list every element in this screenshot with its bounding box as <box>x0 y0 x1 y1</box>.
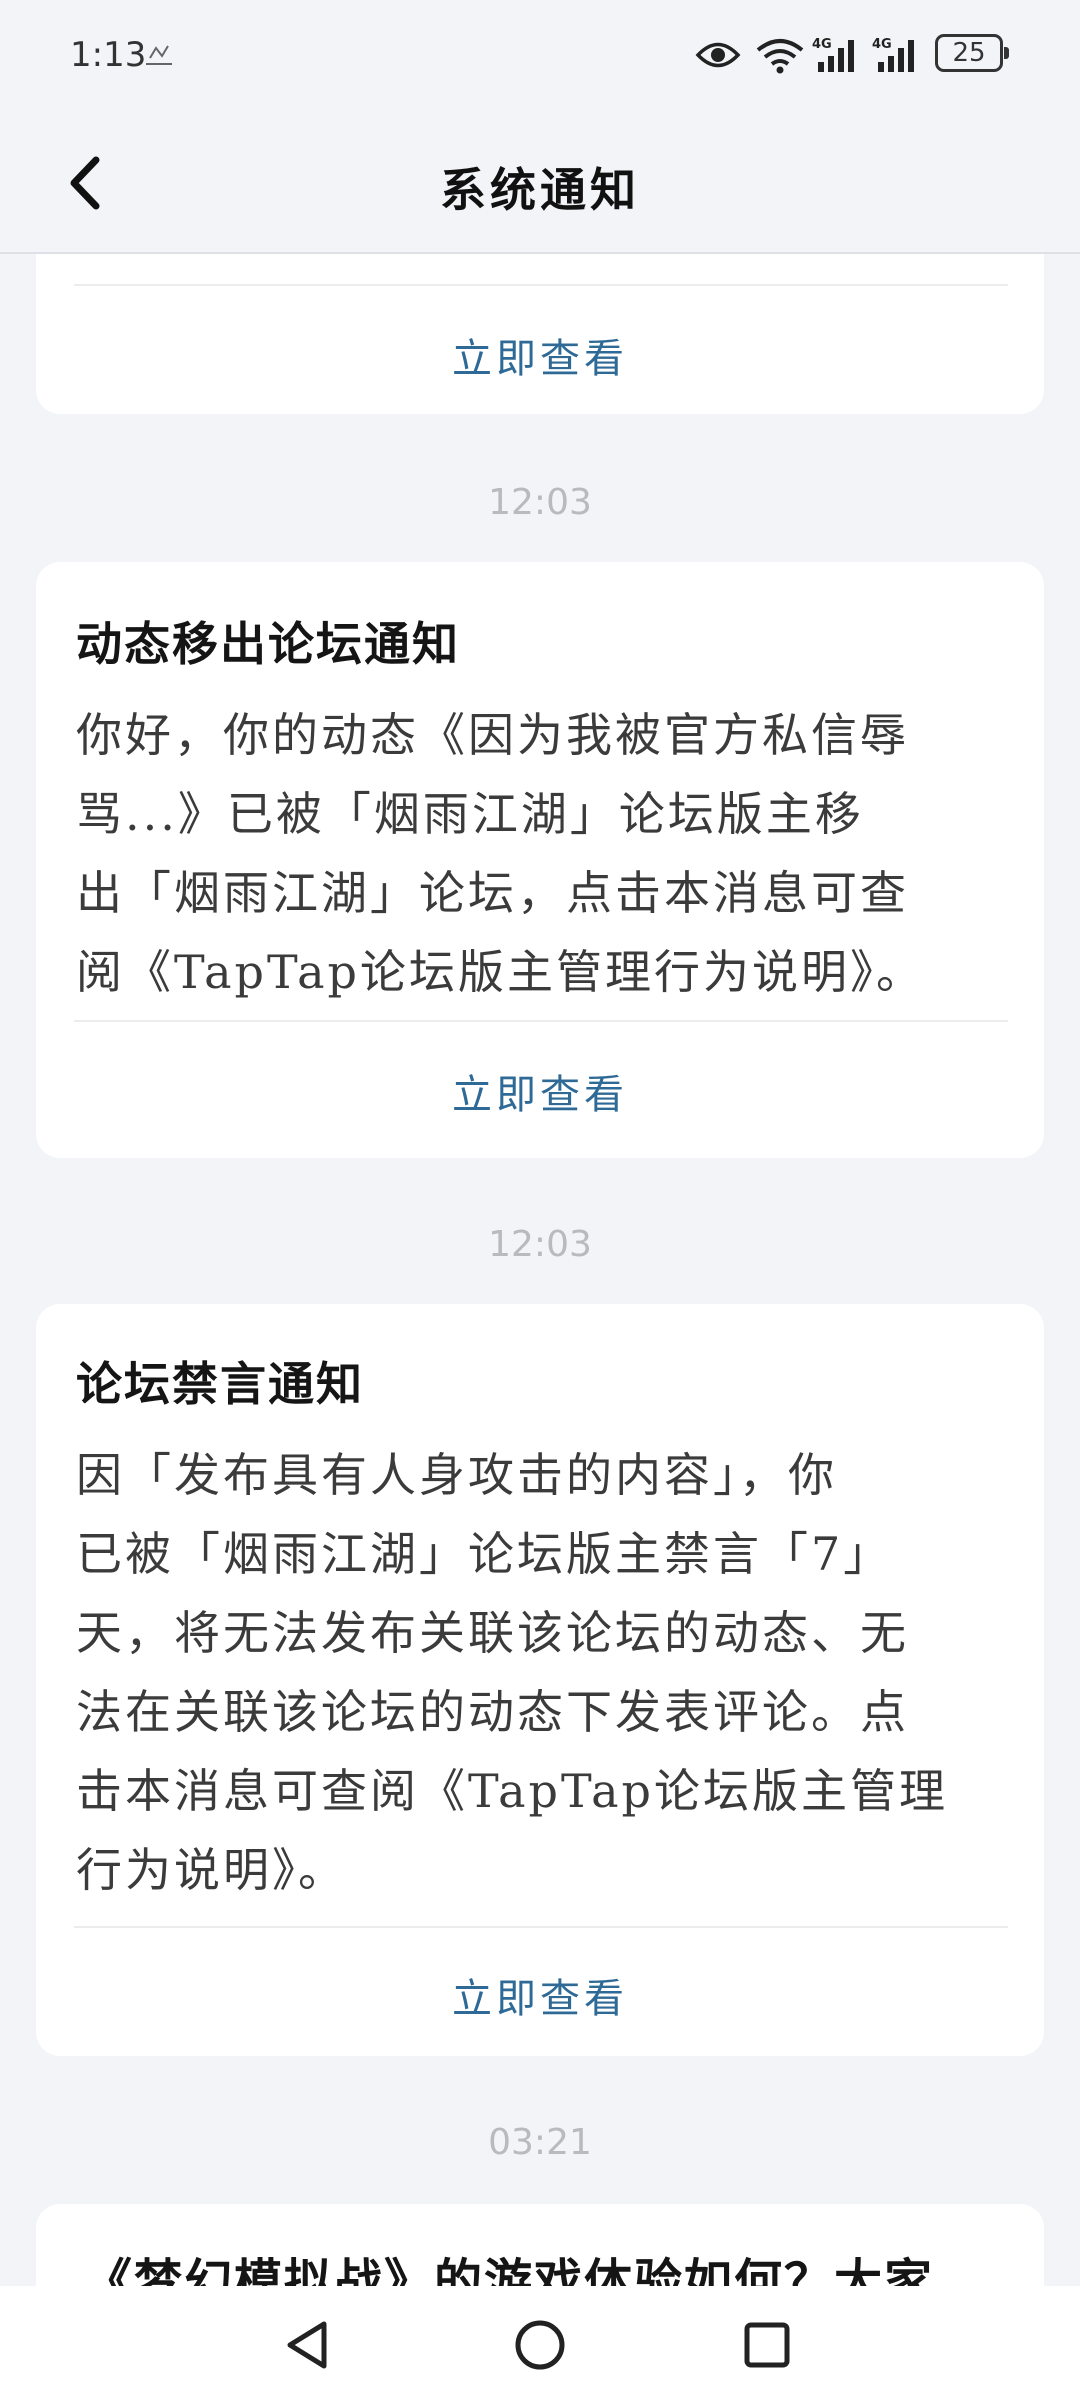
notification-title: 《梦幻模拟战》的游戏体验如何？大家 <box>84 2254 935 2286</box>
body-line: 骂...》已被「烟雨江湖」论坛版主移 <box>76 787 864 841</box>
notification-body: 因「发布具有人身攻击的内容」，你 已被「烟雨江湖」论坛版主禁言「7」 天，将无法… <box>76 1436 1011 1910</box>
notification-card[interactable]: 动态移出论坛通知 你好，你的动态《因为我被官方私信辱 骂...》已被「烟雨江湖」… <box>36 562 1044 1158</box>
body-line: 击本消息可查阅《TapTap论坛版主管理 <box>76 1764 948 1818</box>
status-time: 1:13 <box>70 35 147 75</box>
page-title: 系统通知 <box>440 163 640 217</box>
notification-list[interactable]: 立即查看 12:03 动态移出论坛通知 你好，你的动态《因为我被官方私信辱 骂.… <box>0 254 1080 2286</box>
body-line: 天，将无法发布关联该论坛的动态、无 <box>76 1606 909 1660</box>
battery-icon: 25 <box>935 34 1009 72</box>
notification-body: 你好，你的动态《因为我被官方私信辱 骂...》已被「烟雨江湖」论坛版主移 出「烟… <box>76 696 1011 1012</box>
view-now-link[interactable]: 立即查看 <box>36 1062 1044 1120</box>
notification-title: 动态移出论坛通知 <box>76 617 460 671</box>
system-nav-bar <box>0 2286 1080 2403</box>
timestamp: 12:03 <box>488 482 592 523</box>
notification-title: 论坛禁言通知 <box>76 1357 364 1411</box>
divider <box>74 1926 1008 1928</box>
battery-level: 25 <box>952 38 986 68</box>
signal-4g-icon: 4G <box>872 37 914 72</box>
status-bar: 1:13 4G 4G 25 <box>0 0 1080 110</box>
wifi-icon <box>756 39 804 74</box>
timestamp: 03:21 <box>488 2122 592 2163</box>
divider <box>74 1020 1008 1022</box>
back-triangle-icon[interactable] <box>272 2310 342 2380</box>
divider <box>74 284 1008 286</box>
view-now-link[interactable]: 立即查看 <box>36 1966 1044 2024</box>
timestamp: 12:03 <box>488 1224 592 1265</box>
body-line: 阅《TapTap论坛版主管理行为说明》。 <box>76 945 925 999</box>
body-line: 你好，你的动态《因为我被官方私信辱 <box>76 708 909 762</box>
notification-card[interactable]: 立即查看 <box>36 254 1044 414</box>
app-header: 系统通知 <box>0 110 1080 254</box>
svg-text:4G: 4G <box>812 37 832 52</box>
body-line: 出「烟雨江湖」论坛，点击本消息可查 <box>76 866 909 920</box>
svg-text:4G: 4G <box>872 37 892 52</box>
body-line: 已被「烟雨江湖」论坛版主禁言「7」 <box>76 1527 893 1581</box>
view-now-link[interactable]: 立即查看 <box>36 326 1044 384</box>
recents-square-icon[interactable] <box>732 2310 802 2380</box>
signal-4g-icon: 4G <box>812 37 854 72</box>
home-circle-icon[interactable] <box>505 2310 575 2380</box>
body-line: 法在关联该论坛的动态下发表评论。点 <box>76 1685 909 1739</box>
body-line: 行为说明》。 <box>76 1843 347 1897</box>
eye-icon <box>695 42 741 68</box>
body-line: 因「发布具有人身攻击的内容」，你 <box>76 1448 837 1502</box>
notification-card[interactable]: 论坛禁言通知 因「发布具有人身攻击的内容」，你 已被「烟雨江湖」论坛版主禁言「7… <box>36 1304 1044 2056</box>
notification-icon <box>146 45 172 65</box>
notification-card[interactable]: 《梦幻模拟战》的游戏体验如何？大家 <box>36 2204 1044 2286</box>
